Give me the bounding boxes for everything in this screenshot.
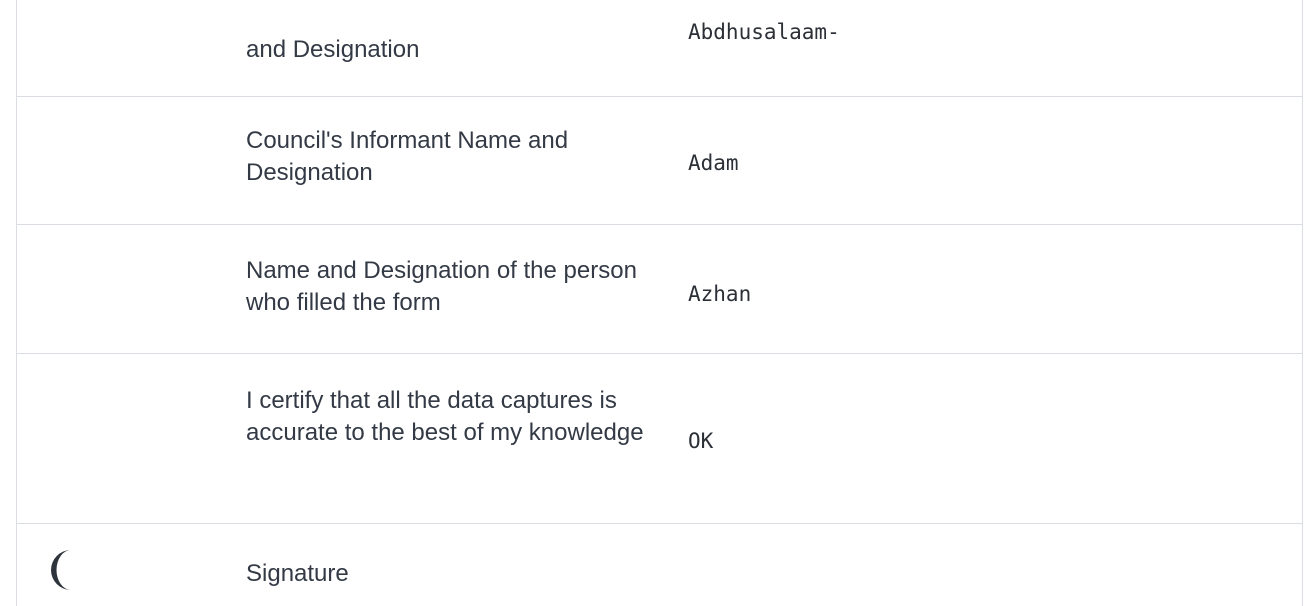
row-value: Azhan xyxy=(688,282,752,306)
row-label: I certify that all the data captures is … xyxy=(246,387,644,446)
row-label: and Designation xyxy=(246,36,420,63)
table-row: Council's Informant Name and Designation… xyxy=(16,97,1302,225)
row-label: Signature xyxy=(246,560,349,587)
row-value: Adam xyxy=(688,151,739,175)
table-row: Signature xyxy=(16,524,1302,606)
row-value: Abdhusalaam- xyxy=(688,20,840,44)
form-review-page: and Designation Abdhusalaam- Council's I… xyxy=(0,0,1308,606)
table-row: I certify that all the data captures is … xyxy=(16,354,1302,524)
row-label: Name and Designation of the person who f… xyxy=(246,257,637,316)
row-label: Council's Informant Name and Designation xyxy=(246,127,569,186)
table-row: and Designation Abdhusalaam- xyxy=(16,0,1302,97)
form-data-table: and Designation Abdhusalaam- Council's I… xyxy=(16,0,1303,606)
row-value: OK xyxy=(688,429,714,453)
moon-icon[interactable] xyxy=(40,544,92,596)
table-row: Name and Designation of the person who f… xyxy=(16,225,1302,354)
